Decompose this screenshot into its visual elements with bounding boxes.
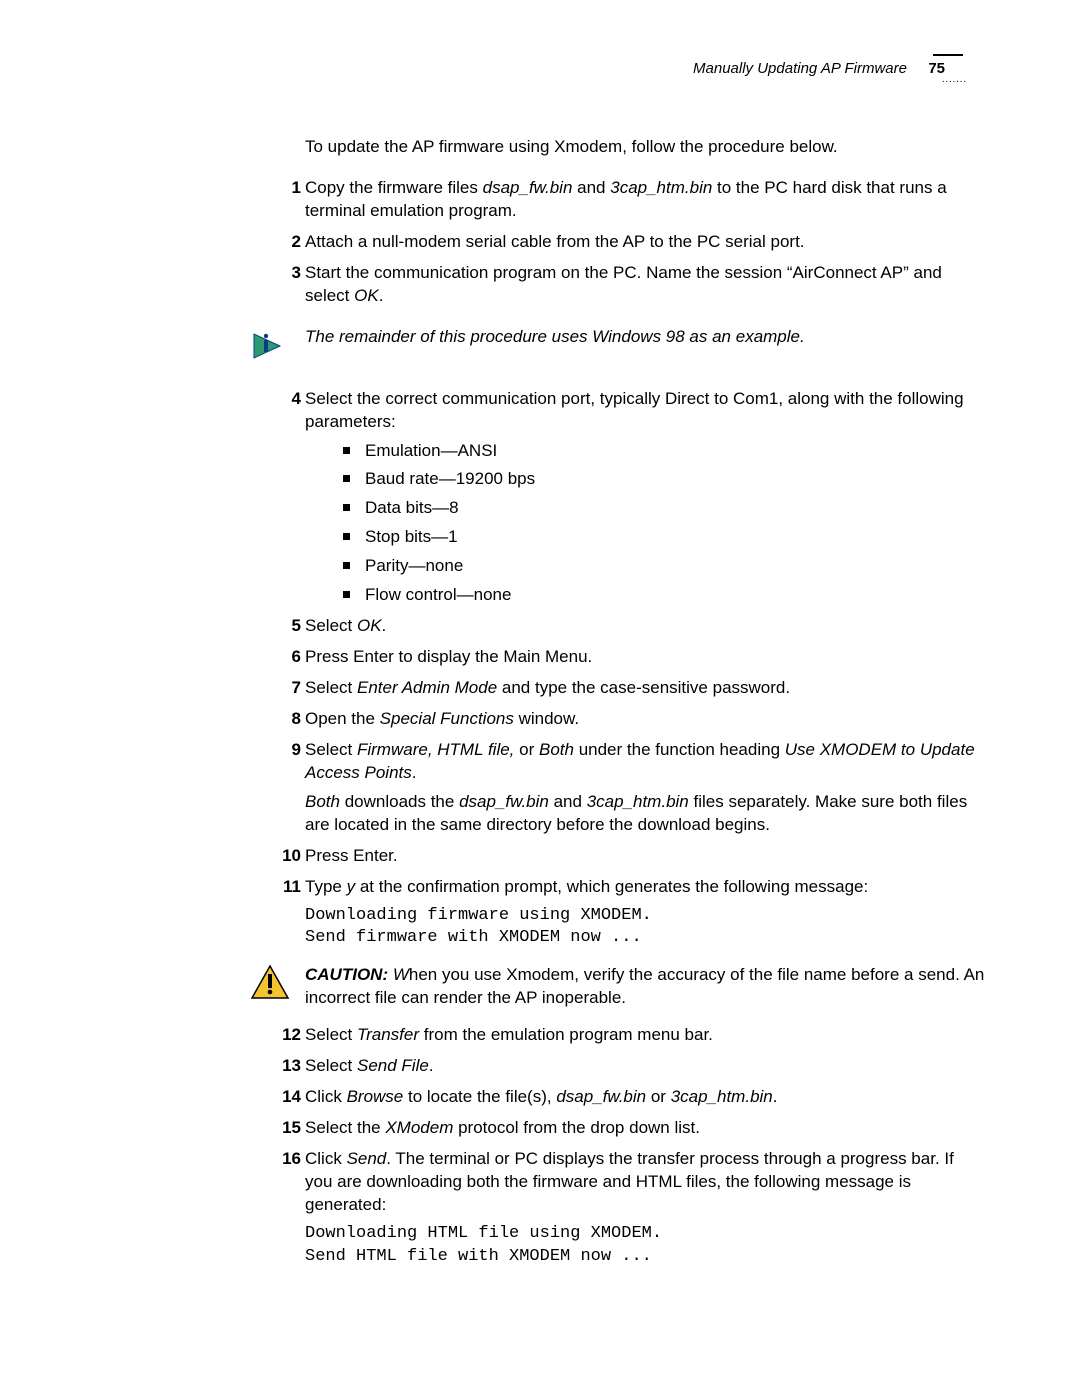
step-10: 10 Press Enter. bbox=[305, 845, 985, 868]
step-number: 9 bbox=[281, 739, 301, 762]
step-text: Select Send File. bbox=[305, 1056, 434, 1075]
step-number: 12 bbox=[281, 1024, 301, 1047]
step-8: 8 Open the Special Functions window. bbox=[305, 708, 985, 731]
step-number: 10 bbox=[281, 845, 301, 868]
step-1: 1 Copy the firmware files dsap_fw.bin an… bbox=[305, 177, 985, 223]
step-text: Start the communication program on the P… bbox=[305, 263, 942, 305]
step-7: 7 Select Enter Admin Mode and type the c… bbox=[305, 677, 985, 700]
step-5: 5 Select OK. bbox=[305, 615, 985, 638]
header-dots: . . . . . . . bbox=[942, 74, 965, 85]
step-number: 7 bbox=[281, 677, 301, 700]
step-text: Select Firmware, HTML file, or Both unde… bbox=[305, 740, 975, 782]
step-number: 11 bbox=[281, 876, 301, 899]
step-number: 3 bbox=[281, 262, 301, 285]
info-note: The remainder of this procedure uses Win… bbox=[95, 326, 985, 366]
step-4-bullets: Emulation—ANSI Baud rate—19200 bps Data … bbox=[343, 440, 985, 608]
step-number: 5 bbox=[281, 615, 301, 638]
step-text: Select Transfer from the emulation progr… bbox=[305, 1025, 713, 1044]
body-content: To update the AP firmware using Xmodem, … bbox=[305, 136, 985, 1269]
step-9: 9 Select Firmware, HTML file, or Both un… bbox=[305, 739, 985, 837]
info-note-text: The remainder of this procedure uses Win… bbox=[305, 326, 985, 349]
step-number: 13 bbox=[281, 1055, 301, 1078]
step-text: Press Enter to display the Main Menu. bbox=[305, 647, 592, 666]
procedure-list-3: 12 Select Transfer from the emulation pr… bbox=[305, 1024, 985, 1268]
step-6: 6 Press Enter to display the Main Menu. bbox=[305, 646, 985, 669]
page-header: Manually Updating AP Firmware 75 . . . .… bbox=[95, 60, 985, 100]
caution-triangle-icon bbox=[250, 964, 290, 1000]
step-11: 11 Type y at the confirmation prompt, wh… bbox=[305, 876, 985, 951]
caution-note: CAUTION: When you use Xmodem, verify the… bbox=[95, 964, 985, 1010]
step-13: 13 Select Send File. bbox=[305, 1055, 985, 1078]
bullet-item: Emulation—ANSI bbox=[343, 440, 985, 463]
step-text: Select the XModem protocol from the drop… bbox=[305, 1118, 700, 1137]
bullet-item: Parity—none bbox=[343, 555, 985, 578]
step-number: 14 bbox=[281, 1086, 301, 1109]
caution-text: CAUTION: When you use Xmodem, verify the… bbox=[305, 964, 985, 1010]
step-number: 15 bbox=[281, 1117, 301, 1140]
bullet-item: Baud rate—19200 bps bbox=[343, 468, 985, 491]
step-14: 14 Click Browse to locate the file(s), d… bbox=[305, 1086, 985, 1109]
step-text: Open the Special Functions window. bbox=[305, 709, 579, 728]
bullet-item: Flow control—none bbox=[343, 584, 985, 607]
step-number: 16 bbox=[281, 1148, 301, 1171]
header-section-title: Manually Updating AP Firmware bbox=[693, 60, 907, 77]
step-number: 4 bbox=[281, 388, 301, 411]
caution-label: CAUTION: bbox=[305, 965, 393, 984]
step-3: 3 Start the communication program on the… bbox=[305, 262, 985, 308]
step-number: 2 bbox=[281, 231, 301, 254]
code-block-2: Downloading HTML file using XMODEM. Send… bbox=[305, 1223, 985, 1269]
step-text: Press Enter. bbox=[305, 846, 398, 865]
step-text: Copy the firmware files dsap_fw.bin and … bbox=[305, 178, 947, 220]
step-text: Click Send. The terminal or PC displays … bbox=[305, 1149, 954, 1214]
step-12: 12 Select Transfer from the emulation pr… bbox=[305, 1024, 985, 1047]
step-number: 6 bbox=[281, 646, 301, 669]
page: Manually Updating AP Firmware 7 5 . . . .… bbox=[0, 0, 1080, 1397]
info-arrow-icon bbox=[250, 326, 290, 366]
step-text: Click Browse to locate the file(s), dsap… bbox=[305, 1087, 778, 1106]
step-text: Type y at the confirmation prompt, which… bbox=[305, 877, 868, 896]
step-9-subnote: Both downloads the dsap_fw.bin and 3cap_… bbox=[305, 791, 985, 837]
step-4: 4 Select the correct communication port,… bbox=[305, 388, 985, 608]
bullet-item: Stop bits—1 bbox=[343, 526, 985, 549]
step-number: 8 bbox=[281, 708, 301, 731]
header-rule bbox=[933, 54, 963, 56]
code-block-1: Downloading firmware using XMODEM. Send … bbox=[305, 905, 985, 951]
step-number: 1 bbox=[281, 177, 301, 200]
procedure-list-2: 4 Select the correct communication port,… bbox=[305, 388, 985, 951]
procedure-list: 1 Copy the firmware files dsap_fw.bin an… bbox=[305, 177, 985, 308]
step-15: 15 Select the XModem protocol from the d… bbox=[305, 1117, 985, 1140]
step-text: Attach a null-modem serial cable from th… bbox=[305, 232, 805, 251]
step-2: 2 Attach a null-modem serial cable from … bbox=[305, 231, 985, 254]
step-text: Select OK. bbox=[305, 616, 386, 635]
bullet-item: Data bits—8 bbox=[343, 497, 985, 520]
intro-text: To update the AP firmware using Xmodem, … bbox=[305, 136, 985, 159]
step-text: Select the correct communication port, t… bbox=[305, 389, 964, 431]
step-16: 16 Click Send. The terminal or PC displa… bbox=[305, 1148, 985, 1269]
step-text: Select Enter Admin Mode and type the cas… bbox=[305, 678, 790, 697]
